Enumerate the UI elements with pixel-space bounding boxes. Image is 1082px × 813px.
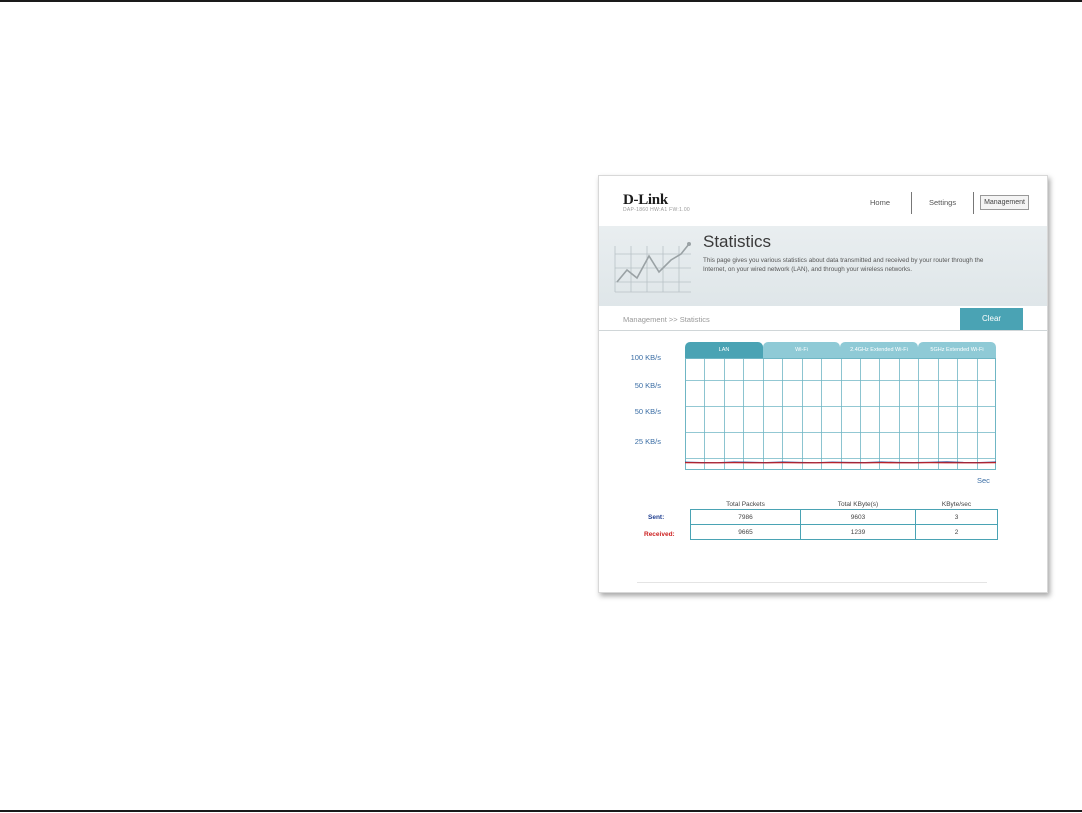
y-axis-label: 50 KB/s — [634, 407, 661, 416]
nav-home-link[interactable]: Home — [870, 198, 890, 207]
x-axis-label: Sec — [977, 476, 990, 485]
table-row-received: 9665 1239 2 — [690, 524, 998, 540]
breadcrumb: Management >> Statistics — [623, 315, 710, 324]
tab-5ghz-extended-wifi[interactable]: 5GHz Extended Wi-Fi — [918, 342, 996, 358]
y-axis-label: 100 KB/s — [630, 353, 661, 362]
header: D-Link DAP-1860 HW:A1 FW:1.00 Home Setti… — [599, 176, 1047, 226]
chart-frame — [685, 358, 996, 470]
sent-total-kbytes: 9603 — [800, 509, 916, 525]
received-total-kbytes: 1239 — [800, 524, 916, 540]
nav-settings-link[interactable]: Settings — [929, 198, 956, 207]
footer-divider — [637, 582, 987, 583]
top-rule — [0, 0, 1082, 2]
y-axis-label: 50 KB/s — [634, 381, 661, 390]
page-banner: Statistics This page gives you various s… — [599, 226, 1047, 306]
statistics-table: Total Packets Total KByte(s) KByte/sec 7… — [690, 499, 998, 540]
tab-wifi[interactable]: Wi-Fi — [763, 342, 840, 358]
traffic-chart — [685, 358, 996, 470]
page-title: Statistics — [703, 232, 772, 251]
sent-row-label: Sent: — [648, 514, 665, 521]
column-header: Total Packets — [726, 500, 765, 508]
statistics-graph-icon — [614, 242, 691, 293]
table-header-row: Total Packets Total KByte(s) KByte/sec — [691, 499, 998, 510]
tab-2-4ghz-extended-wifi[interactable]: 2.4GHz Extended Wi-Fi — [840, 342, 918, 358]
nav-divider — [973, 192, 974, 214]
nav-divider — [911, 192, 912, 214]
received-row-label: Received: — [644, 531, 675, 538]
column-header: Total KByte(s) — [837, 500, 879, 508]
page-description: This page gives you various statistics a… — [703, 257, 984, 273]
tab-lan[interactable]: LAN — [685, 342, 763, 358]
clear-button[interactable]: Clear — [960, 308, 1023, 330]
column-header: KByte/sec — [941, 500, 972, 508]
received-kbyte-per-sec: 2 — [915, 524, 998, 540]
sent-total-packets: 7986 — [690, 509, 801, 525]
table-row-sent: 7986 9603 3 — [690, 509, 998, 525]
model-info: DAP-1860 HW:A1 FW:1.00 — [623, 207, 690, 213]
received-total-packets: 9665 — [690, 524, 801, 540]
nav-management-link[interactable]: Management — [980, 195, 1029, 210]
statistics-page-screenshot: D-Link DAP-1860 HW:A1 FW:1.00 Home Setti… — [598, 175, 1048, 593]
bottom-rule — [0, 810, 1082, 812]
sent-kbyte-per-sec: 3 — [915, 509, 998, 525]
y-axis-label: 25 KB/s — [634, 437, 661, 446]
